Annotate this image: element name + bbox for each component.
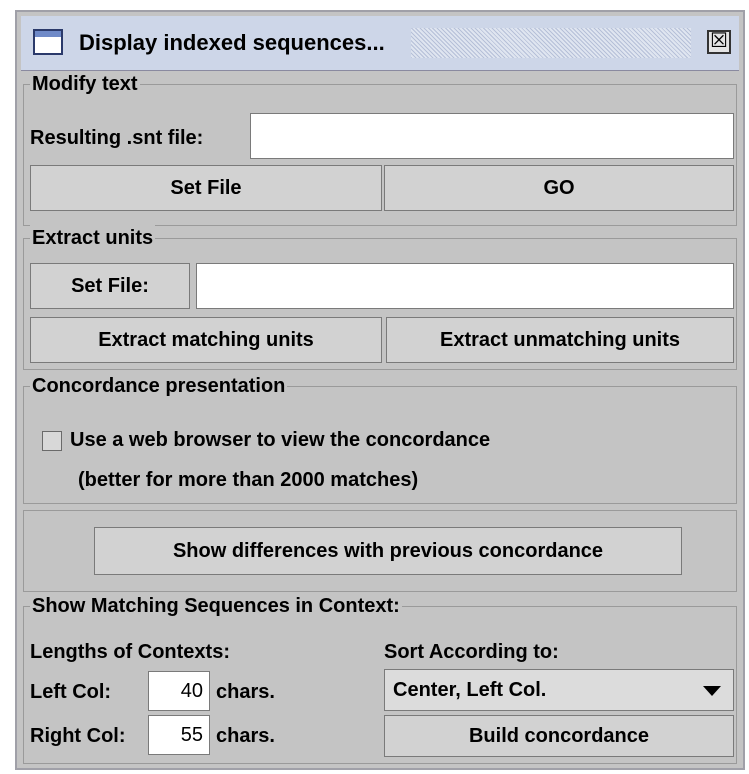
window-icon	[33, 29, 63, 55]
left-col-input[interactable]: 40	[148, 671, 210, 711]
extract-set-file-button[interactable]: Set File:	[30, 263, 190, 309]
resulting-file-label: Resulting .snt file:	[30, 127, 204, 149]
set-file-button[interactable]: Set File	[30, 165, 382, 211]
build-concordance-button[interactable]: Build concordance	[384, 715, 734, 757]
go-button[interactable]: GO	[384, 165, 734, 211]
sort-select[interactable]: Center, Left Col.	[384, 669, 734, 711]
resulting-file-input[interactable]	[250, 113, 734, 159]
right-col-input[interactable]: 55	[148, 715, 210, 755]
context-group-title: Show Matching Sequences in Context:	[30, 593, 402, 619]
title-bar[interactable]: Display indexed sequences... ☒	[21, 16, 739, 71]
window-title: Display indexed sequences...	[79, 30, 385, 55]
close-icon[interactable]: ☒	[707, 30, 731, 54]
concordance-presentation-group: Concordance presentation Use a web brows…	[23, 373, 737, 504]
show-differences-button[interactable]: Show differences with previous concordan…	[94, 527, 682, 575]
extract-units-title: Extract units	[30, 225, 156, 251]
web-browser-checkbox-label: Use a web browser to view the concordanc…	[70, 429, 491, 451]
web-browser-checkbox[interactable]	[42, 431, 62, 451]
web-browser-note: (better for more than 2000 matches)	[78, 469, 419, 491]
extract-unmatching-units-button[interactable]: Extract unmatching units	[386, 317, 734, 363]
extract-file-input[interactable]	[196, 263, 734, 309]
dialog-window: Display indexed sequences... ☒ Modify te…	[15, 10, 745, 770]
chevron-down-icon	[703, 686, 721, 696]
extract-units-group: Extract units Set File: Extract matching…	[23, 225, 737, 370]
lengths-of-contexts-label: Lengths of Contexts:	[30, 641, 230, 663]
differences-group: Show differences with previous concordan…	[23, 510, 737, 592]
matching-sequences-context-group: Show Matching Sequences in Context: Leng…	[23, 593, 737, 764]
modify-text-title: Modify text	[30, 71, 140, 97]
modify-text-group: Modify text Resulting .snt file: Set Fil…	[23, 71, 737, 226]
title-bar-grip	[411, 28, 691, 58]
concordance-presentation-title: Concordance presentation	[30, 373, 288, 399]
extract-matching-units-button[interactable]: Extract matching units	[30, 317, 382, 363]
sort-selected-value: Center, Left Col.	[393, 679, 547, 701]
sort-according-label: Sort According to:	[384, 641, 559, 663]
left-col-chars-label: chars.	[216, 681, 275, 703]
right-col-label: Right Col:	[30, 725, 126, 747]
right-col-chars-label: chars.	[216, 725, 275, 747]
left-col-label: Left Col:	[30, 681, 112, 703]
